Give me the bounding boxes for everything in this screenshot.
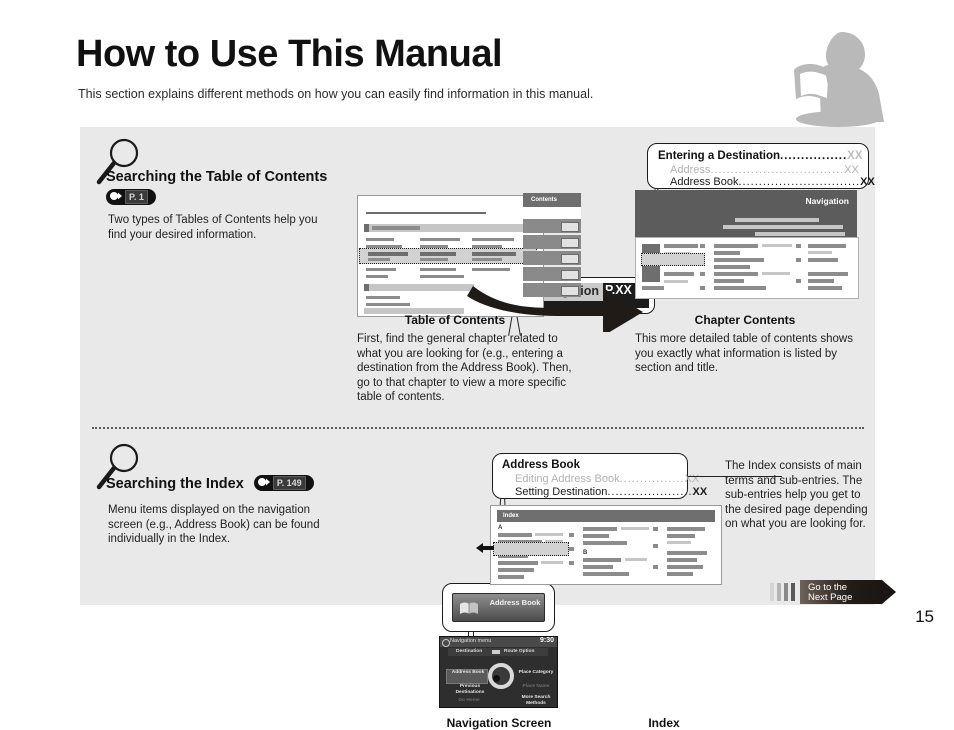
navigation-knob[interactable]	[488, 663, 514, 689]
caption-chapter-contents: Chapter Contents	[694, 313, 796, 327]
highlighted-index-row	[493, 542, 569, 556]
index-callout-entry-setting: Setting Destination.....................…	[515, 486, 708, 498]
section-heading-toc: Searching the Table of Contents	[106, 169, 327, 185]
page-ref-badge-index[interactable]: P. 149	[253, 475, 314, 491]
nav-tab-arrow-icon	[492, 650, 500, 654]
index-callout-title: Address Book	[502, 459, 580, 471]
navigation-screen-graphic: Navigation menu 9:30 Destination Route O…	[439, 636, 558, 708]
highlighted-chapter-row	[641, 253, 705, 266]
next-page-arrow-icon	[882, 580, 896, 604]
index-callout: Address Book Editing Address Book.......…	[492, 453, 707, 499]
navigation-screen-title: Navigation menu	[450, 638, 492, 644]
nav-item-address-book: Address Book	[451, 670, 485, 675]
section-divider	[92, 427, 864, 429]
nav-item-more-search-methods: More Search Methods	[521, 695, 551, 706]
next-page-button[interactable]: Go to the Next Page	[800, 580, 882, 604]
section-heading-toc-label: Searching the Table of Contents	[106, 169, 328, 185]
navigation-screen-tabbar: Destination Route Option	[448, 648, 548, 656]
right-arrow-icon	[110, 191, 123, 201]
section-body-index: Menu items displayed on the navigation s…	[108, 504, 320, 545]
nav-item-place-category: Place Category	[518, 670, 554, 675]
section1-right-text: This more detailed table of contents sho…	[635, 333, 853, 374]
more-detailed-contents-arrow	[467, 286, 643, 332]
content-panel: Searching the Table of Contents P. 1 Two…	[80, 127, 875, 730]
page-number: 15	[915, 607, 934, 626]
section-body-toc: Two types of Tables of Contents help you…	[108, 214, 318, 241]
chapter-contents-body	[635, 237, 859, 299]
person-reading-silhouette-icon	[778, 22, 898, 127]
section-heading-index: Searching the Index P. 149	[106, 475, 314, 492]
chapter-contents-navigation-band: Navigation	[635, 190, 857, 237]
navigation-selection-dot	[493, 675, 500, 682]
left-pointer-arrow-icon	[476, 543, 494, 553]
index-letter-a: A	[498, 525, 503, 531]
nav-item-go-home: Go Home	[458, 698, 480, 703]
chapter-contents-callout: Entering a Destination................XX…	[647, 143, 875, 189]
page-subtitle: This section explains different methods …	[78, 87, 594, 101]
nav-item-place-name: Place Name	[522, 684, 550, 689]
index-tab-label: Index	[503, 513, 519, 519]
index-callout-entry-editing: Editing Address Book................XX	[515, 473, 700, 485]
contents-tab-label: Contents	[531, 197, 557, 203]
navigation-screen-clock: 9:30	[539, 637, 554, 644]
navigation-screen-statusbar: Navigation menu 9:30	[440, 637, 557, 647]
page-ref-number-index: P. 149	[272, 476, 306, 490]
page-ref-number-toc: P. 1	[125, 190, 148, 204]
index-tab-header: Index	[497, 510, 715, 522]
callout-entry-address: Address.................................…	[670, 164, 859, 176]
contents-tab-header: Contents	[523, 193, 581, 207]
nav-item-previous-destinations: Previous Destinations	[455, 684, 485, 695]
book-icon	[459, 601, 479, 620]
caption-navigation-screen: Navigation Screen	[446, 716, 552, 730]
index-letter-b: B	[583, 550, 588, 556]
section-heading-index-label: Searching the Index	[106, 476, 244, 492]
caption-index: Index	[648, 716, 680, 730]
page-title: How to Use This Manual	[76, 33, 503, 75]
address-book-button-label: Address Book	[489, 598, 541, 607]
callout-title-entering-destination: Entering a Destination................XX	[658, 150, 863, 162]
address-book-button-callout: Address Book	[442, 583, 555, 632]
info-icon	[442, 639, 450, 647]
address-book-button[interactable]: Address Book	[452, 593, 545, 622]
callout-entry-address-book: Address Book............................…	[670, 176, 875, 188]
section1-left-text: First, find the general chapter related …	[357, 333, 572, 403]
right-arrow-icon	[257, 477, 271, 487]
page-ref-badge-toc[interactable]: P. 1	[106, 189, 156, 207]
chapter-watermark-navigation: Navigation	[805, 196, 849, 206]
next-page-label: Go to the Next Page	[808, 582, 853, 603]
section2-right-text: The Index consists of main terms and sub…	[725, 460, 868, 530]
